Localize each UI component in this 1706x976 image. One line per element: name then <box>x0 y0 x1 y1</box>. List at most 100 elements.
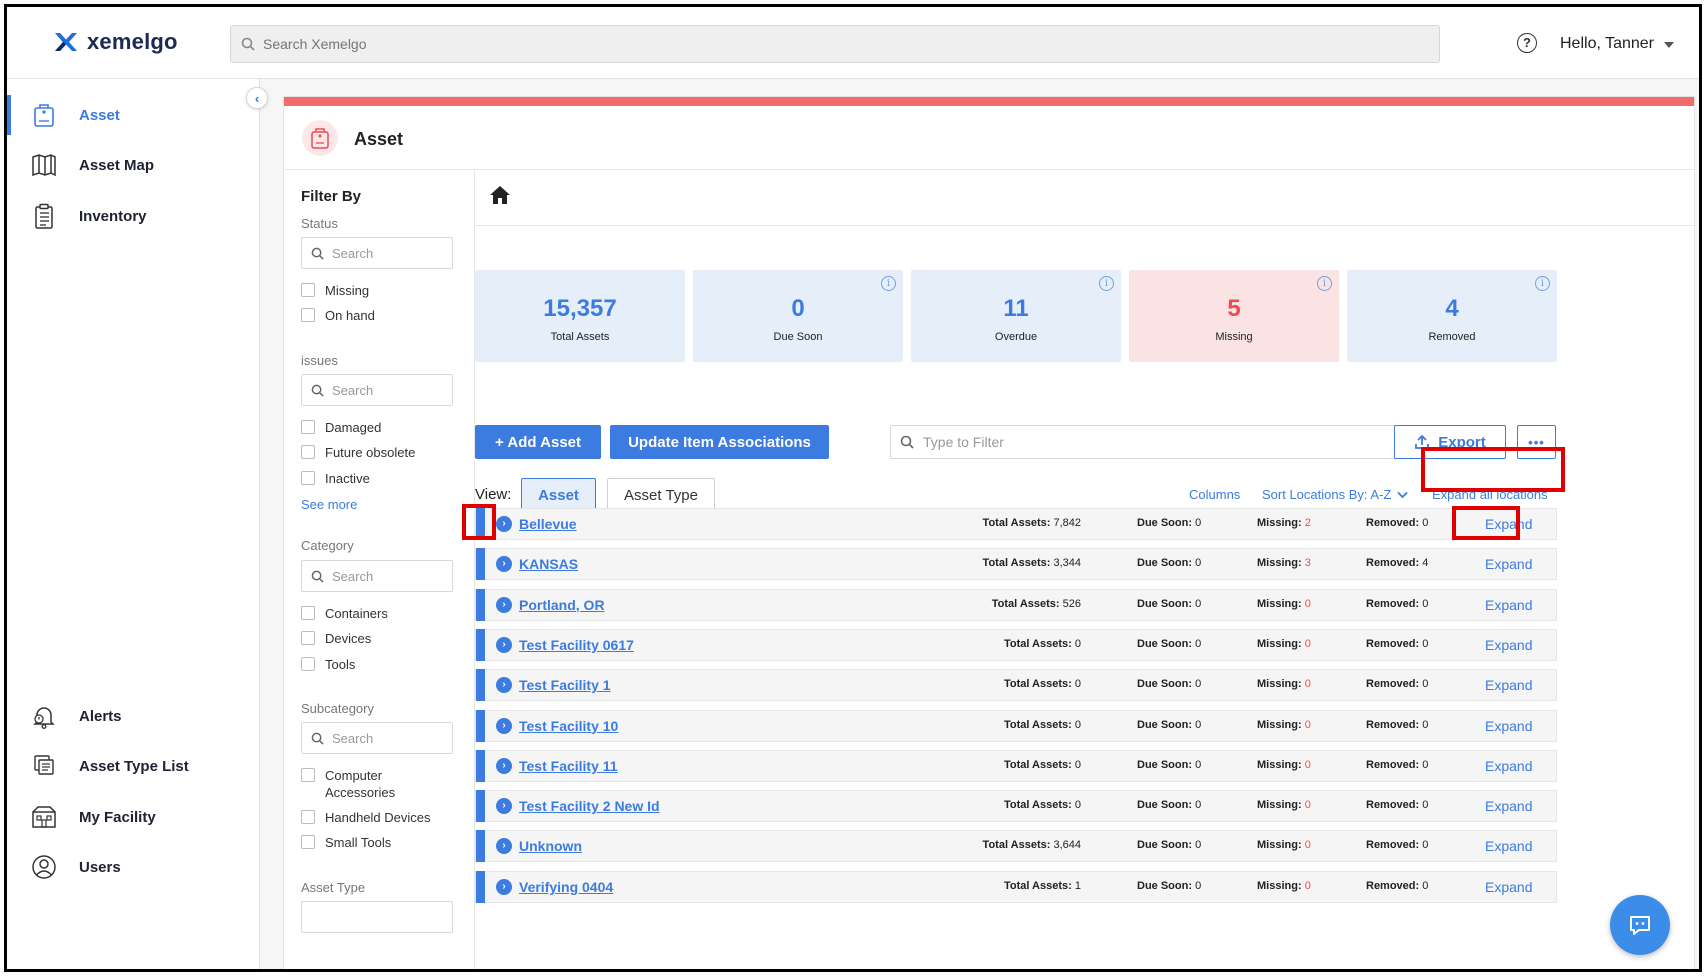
category-search-input[interactable]: Search <box>301 560 453 592</box>
location-row-portland-or[interactable]: › Portland, OR Total Assets: 526 Due Soon: … <box>475 588 1557 621</box>
stat-total-assets[interactable]: 15,357 Total Assets <box>475 270 685 362</box>
location-row-test-facility-1[interactable]: › Test Facility 1 Total Assets: 0 Due Soon:… <box>475 669 1557 702</box>
location-name-link[interactable]: Verifying 0404 <box>519 879 613 895</box>
chevron-right-icon[interactable]: › <box>496 677 512 694</box>
expand-link[interactable]: Expand <box>1485 637 1532 653</box>
expand-link[interactable]: Expand <box>1485 677 1532 693</box>
filter-option-handheld-devices[interactable]: Handheld Devices <box>301 809 431 826</box>
filter-option-missing[interactable]: Missing <box>301 282 369 299</box>
add-asset-button[interactable]: + Add Asset <box>475 425 601 459</box>
filter-option-containers[interactable]: Containers <box>301 605 388 622</box>
user-menu[interactable]: Hello, Tanner <box>1560 35 1674 53</box>
checkbox[interactable] <box>301 445 315 459</box>
expand-link[interactable]: Expand <box>1485 879 1532 895</box>
location-name-link[interactable]: KANSAS <box>519 556 578 572</box>
checkbox[interactable] <box>301 631 315 645</box>
filter-option-computer-accessories[interactable]: Computer Accessories <box>301 767 451 801</box>
info-icon[interactable]: i <box>1317 276 1332 291</box>
help-icon[interactable]: ? <box>1517 33 1537 53</box>
location-name-link[interactable]: Test Facility 10 <box>519 718 618 734</box>
chevron-right-icon[interactable]: › <box>496 516 512 532</box>
status-search-input[interactable]: Search <box>301 237 453 269</box>
chevron-right-icon[interactable]: › <box>496 596 512 613</box>
chevron-right-icon[interactable]: › <box>496 798 512 815</box>
stat-overdue[interactable]: i 11 Overdue <box>911 270 1121 362</box>
filter-option-small-tools[interactable]: Small Tools <box>301 834 391 851</box>
sidebar-item-asset-type-list[interactable]: Asset Type List <box>7 746 260 786</box>
expand-link[interactable]: Expand <box>1485 758 1532 774</box>
location-row-test-facility-2-new-id[interactable]: › Test Facility 2 New Id Total Assets: 0 Du… <box>475 790 1557 823</box>
chevron-right-icon[interactable]: › <box>496 717 512 734</box>
stat-removed[interactable]: i 4 Removed <box>1347 270 1557 362</box>
checkbox[interactable] <box>301 657 315 671</box>
location-row-kansas[interactable]: › KANSAS Total Assets: 3,344 Due Soon: 0 Mis… <box>475 548 1557 581</box>
expand-link[interactable]: Expand <box>1485 597 1532 613</box>
location-row-verifying-0404[interactable]: › Verifying 0404 Total Assets: 1 Due Soon: … <box>475 870 1557 903</box>
sidebar-item-users[interactable]: Users <box>7 847 260 887</box>
sidebar-item-asset[interactable]: Asset <box>7 95 260 135</box>
checkbox[interactable] <box>301 768 315 782</box>
filter-option-damaged[interactable]: Damaged <box>301 419 381 436</box>
sidebar-item-alerts[interactable]: Alerts <box>7 696 260 736</box>
chevron-right-icon[interactable]: › <box>496 556 512 573</box>
filter-option-on-hand[interactable]: On hand <box>301 307 375 324</box>
location-name-link[interactable]: Unknown <box>519 838 582 854</box>
filter-placeholder: Type to Filter <box>923 434 1004 450</box>
sidebar-item-inventory[interactable]: Inventory <box>7 196 260 236</box>
location-row-test-facility-0617[interactable]: › Test Facility 0617 Total Assets: 0 Due So… <box>475 628 1557 661</box>
chevron-right-icon[interactable]: › <box>496 636 512 653</box>
missing-value: 3 <box>1304 557 1311 570</box>
sidebar-item-asset-map[interactable]: Asset Map <box>7 145 260 185</box>
stat-due-soon[interactable]: i 0 Due Soon <box>693 270 903 362</box>
collapse-sidebar-button[interactable]: ‹ <box>246 87 268 109</box>
checkbox[interactable] <box>301 606 315 620</box>
checkbox[interactable] <box>301 471 315 485</box>
chevron-right-icon[interactable]: › <box>496 878 512 895</box>
info-icon[interactable]: i <box>1535 276 1550 291</box>
global-search-input[interactable] <box>263 36 1342 52</box>
location-name-link[interactable]: Test Facility 1 <box>519 677 611 693</box>
chat-button[interactable] <box>1610 895 1670 955</box>
location-name-link[interactable]: Test Facility 2 New Id <box>519 798 660 814</box>
info-icon[interactable]: i <box>1099 276 1114 291</box>
filter-option-inactive[interactable]: Inactive <box>301 470 370 487</box>
asset-type-search-input[interactable] <box>301 901 453 933</box>
sort-locations-dropdown[interactable]: Sort Locations By: A-Z <box>1262 487 1408 502</box>
info-icon[interactable]: i <box>881 276 896 291</box>
global-search[interactable] <box>230 25 1440 63</box>
home-icon[interactable] <box>489 185 511 210</box>
location-name-link[interactable]: Portland, OR <box>519 597 605 613</box>
chevron-right-icon[interactable]: › <box>496 838 512 855</box>
chevron-right-icon[interactable]: › <box>496 757 512 774</box>
checkbox[interactable] <box>301 835 315 849</box>
location-row-bellevue[interactable]: › Bellevue Total Assets: 7,842 Due Soon: 0 M… <box>475 508 1557 540</box>
stat-missing[interactable]: i 5 Missing <box>1129 270 1339 362</box>
expand-link[interactable]: Expand <box>1485 556 1532 572</box>
expand-link[interactable]: Expand <box>1485 718 1532 734</box>
checkbox[interactable] <box>301 283 315 297</box>
expand-link[interactable]: Expand <box>1485 798 1532 814</box>
location-name-link[interactable]: Bellevue <box>519 516 577 532</box>
expand-link[interactable]: Expand <box>1485 838 1532 854</box>
checkbox[interactable] <box>301 308 315 322</box>
xemelgo-logo[interactable]: xemelgo <box>53 29 178 55</box>
see-more-link[interactable]: See more <box>301 497 357 512</box>
filter-option-devices[interactable]: Devices <box>301 630 371 647</box>
filter-option-tools[interactable]: Tools <box>301 656 355 673</box>
view-asset-type-toggle[interactable]: Asset Type <box>607 478 715 512</box>
checkbox[interactable] <box>301 420 315 434</box>
view-asset-toggle[interactable]: Asset <box>521 478 596 512</box>
subcategory-search-input[interactable]: Search <box>301 722 453 754</box>
update-item-associations-button[interactable]: Update Item Associations <box>610 425 829 459</box>
location-row-unknown[interactable]: › Unknown Total Assets: 3,644 Due Soon: 0 Mi… <box>475 830 1557 863</box>
filter-option-future-obsolete[interactable]: Future obsolete <box>301 444 415 461</box>
location-name-link[interactable]: Test Facility 0617 <box>519 637 634 653</box>
sidebar-item-my-facility[interactable]: My Facility <box>7 797 260 837</box>
checkbox[interactable] <box>301 810 315 824</box>
location-name-link[interactable]: Test Facility 11 <box>519 758 618 774</box>
issues-search-input[interactable]: Search <box>301 374 453 406</box>
columns-link[interactable]: Columns <box>1189 487 1240 502</box>
location-row-test-facility-10[interactable]: › Test Facility 10 Total Assets: 0 Due Soon… <box>475 709 1557 742</box>
location-row-test-facility-11[interactable]: › Test Facility 11 Total Assets: 0 Due Soon… <box>475 749 1557 782</box>
type-to-filter-input[interactable]: Type to Filter <box>890 425 1436 459</box>
